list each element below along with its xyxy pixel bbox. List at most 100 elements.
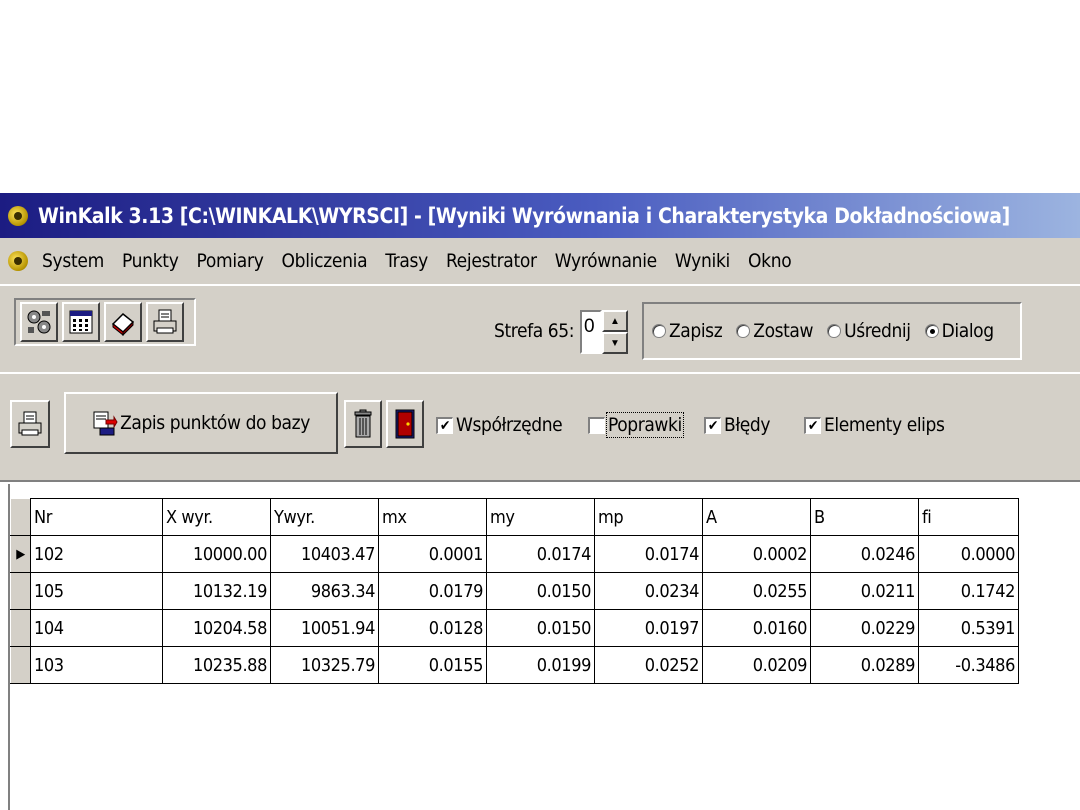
menu-pomiary[interactable]: Pomiary <box>197 250 264 272</box>
cell-fi[interactable]: -0.3486 <box>918 646 1019 684</box>
cell-b[interactable]: 0.0229 <box>810 609 919 647</box>
table-row[interactable]: 104 10204.58 10051.94 0.0128 0.0150 0.01… <box>10 609 1019 647</box>
cell-my[interactable]: 0.0174 <box>486 535 595 573</box>
row-indicator[interactable] <box>10 609 31 647</box>
radio-dialog[interactable]: Dialog <box>924 320 994 342</box>
radio-button[interactable] <box>827 324 842 338</box>
table-row[interactable]: 105 10132.19 9863.34 0.0179 0.0150 0.023… <box>10 572 1019 610</box>
menu-okno[interactable]: Okno <box>748 250 792 272</box>
menu-system[interactable]: System <box>42 250 104 272</box>
checkbox-checked[interactable]: ✔ <box>804 416 821 434</box>
window-title: WinKalk 3.13 [C:\WINKALK\WYRSCI] - [Wyni… <box>38 203 1010 228</box>
cell-mp[interactable]: 0.0234 <box>594 572 703 610</box>
cell-x[interactable]: 10000.00 <box>162 535 271 573</box>
menu-punkty[interactable]: Punkty <box>122 250 179 272</box>
check-label: Poprawki <box>606 412 684 438</box>
cell-x[interactable]: 10132.19 <box>162 572 271 610</box>
checkbox-checked[interactable]: ✔ <box>704 416 721 434</box>
cell-b[interactable]: 0.0289 <box>810 646 919 684</box>
cell-mp[interactable]: 0.0197 <box>594 609 703 647</box>
cell-mp[interactable]: 0.0174 <box>594 535 703 573</box>
radio-button[interactable] <box>652 324 666 338</box>
menu-rejestrator[interactable]: Rejestrator <box>446 250 537 272</box>
row-indicator[interactable] <box>10 646 31 684</box>
cell-y[interactable]: 10051.94 <box>270 609 379 647</box>
check-elementy-elips[interactable]: ✔ Elementy elips <box>804 414 945 436</box>
arrow-up-icon: ▲ <box>610 315 620 327</box>
cell-mx[interactable]: 0.0001 <box>378 535 487 573</box>
check-bledy[interactable]: ✔ Błędy <box>704 414 770 436</box>
check-wspolrzedne[interactable]: ✔ Współrzędne <box>436 414 563 436</box>
strefa-spinner[interactable]: 0 ▲ ▼ <box>580 310 628 354</box>
cell-fi[interactable]: 0.0000 <box>918 535 1019 573</box>
cell-b[interactable]: 0.0211 <box>810 572 919 610</box>
cell-mx[interactable]: 0.0155 <box>378 646 487 684</box>
radio-button-selected[interactable] <box>924 324 939 338</box>
arrow-down-icon: ▼ <box>610 337 620 349</box>
cell-nr[interactable]: 104 <box>30 609 163 647</box>
row-indicator[interactable] <box>10 572 31 610</box>
app-icon[interactable] <box>6 203 32 229</box>
cell-mp[interactable]: 0.0252 <box>594 646 703 684</box>
column-header-a[interactable]: A <box>702 498 811 536</box>
menu-wyrownanie[interactable]: Wyrównanie <box>555 250 657 272</box>
cell-y[interactable]: 10325.79 <box>270 646 379 684</box>
cell-a[interactable]: 0.0002 <box>702 535 811 573</box>
cell-my[interactable]: 0.0199 <box>486 646 595 684</box>
title-bar[interactable]: WinKalk 3.13 [C:\WINKALK\WYRSCI] - [Wyni… <box>0 193 1080 238</box>
cell-x[interactable]: 10204.58 <box>162 609 271 647</box>
column-header-nr[interactable]: Nr <box>30 498 163 536</box>
document-icon[interactable] <box>6 248 32 274</box>
calculator-button[interactable] <box>62 302 100 342</box>
radio-zostaw[interactable]: Zostaw <box>736 320 813 342</box>
results-table[interactable]: Nr X wyr. Ywyr. mx my mp A B fi ▶ 102 10… <box>10 498 1019 684</box>
delete-button[interactable] <box>344 400 382 448</box>
cell-a[interactable]: 0.0209 <box>702 646 811 684</box>
cell-a[interactable]: 0.0160 <box>702 609 811 647</box>
spin-up-button[interactable]: ▲ <box>602 310 628 332</box>
cell-my[interactable]: 0.0150 <box>486 609 595 647</box>
exit-door-icon <box>395 409 415 439</box>
cell-y[interactable]: 10403.47 <box>270 535 379 573</box>
menu-trasy[interactable]: Trasy <box>385 250 428 272</box>
cell-mx[interactable]: 0.0179 <box>378 572 487 610</box>
print-results-button[interactable] <box>10 400 50 448</box>
cell-my[interactable]: 0.0150 <box>486 572 595 610</box>
menu-wyniki[interactable]: Wyniki <box>675 250 730 272</box>
check-poprawki[interactable]: Poprawki <box>588 412 684 438</box>
cell-nr[interactable]: 102 <box>30 535 163 573</box>
table-row[interactable]: 103 10235.88 10325.79 0.0155 0.0199 0.02… <box>10 646 1019 684</box>
cell-y[interactable]: 9863.34 <box>270 572 379 610</box>
table-row[interactable]: ▶ 102 10000.00 10403.47 0.0001 0.0174 0.… <box>10 535 1019 573</box>
spin-down-button[interactable]: ▼ <box>602 332 628 354</box>
exit-button[interactable] <box>386 400 424 448</box>
column-header-x[interactable]: X wyr. <box>162 498 271 536</box>
strefa-value[interactable]: 0 <box>580 310 602 354</box>
checkbox-checked[interactable]: ✔ <box>436 416 453 434</box>
row-indicator[interactable]: ▶ <box>10 535 31 573</box>
column-header-my[interactable]: my <box>486 498 595 536</box>
settings-button[interactable] <box>20 302 58 342</box>
eraser-button[interactable] <box>104 302 142 342</box>
menu-obliczenia[interactable]: Obliczenia <box>282 250 368 272</box>
cell-x[interactable]: 10235.88 <box>162 646 271 684</box>
column-header-mx[interactable]: mx <box>378 498 487 536</box>
radio-zapisz[interactable]: Zapisz <box>652 320 723 342</box>
column-header-mp[interactable]: mp <box>594 498 703 536</box>
column-header-fi[interactable]: fi <box>918 498 1019 536</box>
radio-button[interactable] <box>736 324 751 338</box>
save-points-button[interactable]: Zapis punktów do bazy <box>64 392 338 454</box>
cell-nr[interactable]: 105 <box>30 572 163 610</box>
cell-b[interactable]: 0.0246 <box>810 535 919 573</box>
checkbox-unchecked[interactable] <box>588 416 605 434</box>
cell-nr[interactable]: 103 <box>30 646 163 684</box>
column-header-y[interactable]: Ywyr. <box>270 498 379 536</box>
save-to-database-icon <box>93 411 118 436</box>
radio-usrednij[interactable]: Uśrednij <box>827 320 911 342</box>
cell-mx[interactable]: 0.0128 <box>378 609 487 647</box>
column-header-b[interactable]: B <box>810 498 919 536</box>
print-button[interactable] <box>146 302 184 342</box>
cell-fi[interactable]: 0.5391 <box>918 609 1019 647</box>
cell-fi[interactable]: 0.1742 <box>918 572 1019 610</box>
cell-a[interactable]: 0.0255 <box>702 572 811 610</box>
